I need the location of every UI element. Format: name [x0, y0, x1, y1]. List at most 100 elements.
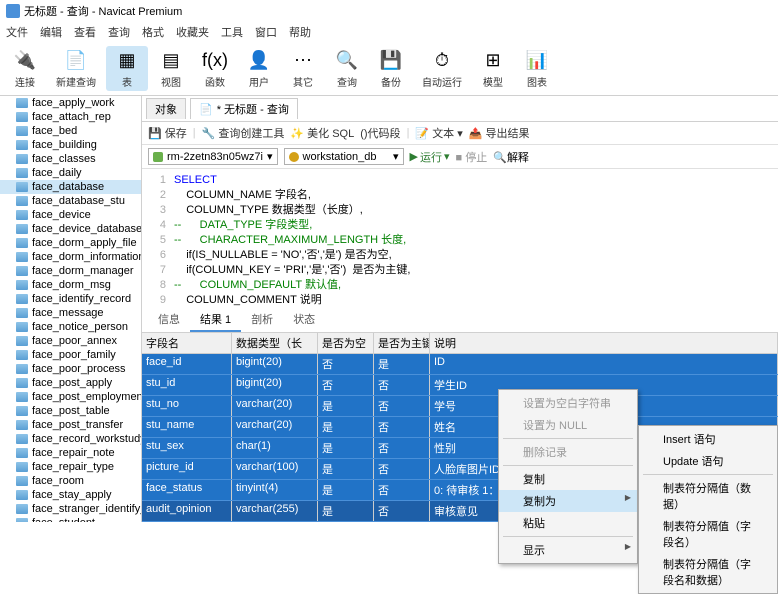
ctx-tsv-both[interactable]: 制表符分隔值（字段名和数据）	[639, 553, 777, 591]
ctx-show[interactable]: 显示	[499, 539, 637, 561]
submenu-copy-as: Insert 语句 Update 语句 制表符分隔值（数据） 制表符分隔值（字段…	[638, 425, 778, 594]
export-button[interactable]: 📤 导出结果	[469, 125, 530, 141]
tool-模型[interactable]: ⊞模型	[472, 46, 514, 91]
save-button[interactable]: 💾 保存	[148, 125, 187, 141]
tree-item[interactable]: face_student	[0, 516, 141, 522]
menu-edit[interactable]: 编辑	[40, 24, 62, 40]
tree-item[interactable]: face_dorm_manager	[0, 264, 141, 278]
menu-window[interactable]: 窗口	[255, 24, 277, 40]
ctx-copy-as[interactable]: 复制为	[499, 490, 637, 512]
table-icon	[16, 350, 28, 360]
menu-file[interactable]: 文件	[6, 24, 28, 40]
table-row[interactable]: face_idbigint(20)否是ID	[142, 354, 778, 375]
tree-item[interactable]: face_record_workstudy	[0, 432, 141, 446]
menu-fav[interactable]: 收藏夹	[176, 24, 209, 40]
tool-其它[interactable]: ⋯其它	[282, 46, 324, 91]
table-icon	[16, 112, 28, 122]
server-select[interactable]: rm-2zetn83n05wz7i▾	[148, 148, 278, 165]
tool-视图[interactable]: ▤视图	[150, 46, 192, 91]
code-snippet-button[interactable]: ()代码段	[360, 125, 400, 141]
tree-item[interactable]: face_database_stu	[0, 194, 141, 208]
table-icon	[16, 518, 28, 522]
ctx-update-stmt[interactable]: Update 语句	[639, 450, 777, 472]
menu-view[interactable]: 查看	[74, 24, 96, 40]
tab-query[interactable]: 📄* 无标题 - 查询	[190, 98, 298, 119]
tree-item[interactable]: face_attach_rep	[0, 110, 141, 124]
ctx-paste[interactable]: 粘贴	[499, 512, 637, 534]
tree-item[interactable]: face_building	[0, 138, 141, 152]
table-icon	[16, 364, 28, 374]
database-select[interactable]: workstation_db▾	[284, 148, 404, 165]
menu-query[interactable]: 查询	[108, 24, 130, 40]
menu-help[interactable]: 帮助	[289, 24, 311, 40]
tree-item[interactable]: face_dorm_apply_file	[0, 236, 141, 250]
tree-item[interactable]: face_poor_process	[0, 362, 141, 376]
table-icon	[16, 504, 28, 514]
tool-查询[interactable]: 🔍查询	[326, 46, 368, 91]
tool-自动运行[interactable]: ⏱自动运行	[414, 46, 470, 91]
table-row[interactable]: stu_novarchar(20)是否学号	[142, 396, 778, 417]
table-icon	[16, 406, 28, 416]
builder-button[interactable]: 🔧 查询创建工具	[202, 125, 285, 141]
ctx-set-null[interactable]: 设置为 NULL	[499, 414, 637, 436]
tool-表[interactable]: ▦表	[106, 46, 148, 91]
object-tree[interactable]: face_apply_workface_attach_repface_bedfa…	[0, 96, 142, 522]
tree-item[interactable]: face_device_database	[0, 222, 141, 236]
tree-item[interactable]: face_device	[0, 208, 141, 222]
table-icon	[16, 196, 28, 206]
tree-item[interactable]: face_message	[0, 306, 141, 320]
rtab-info[interactable]: 信息	[148, 308, 190, 332]
tree-item[interactable]: face_dorm_msg	[0, 278, 141, 292]
menu-format[interactable]: 格式	[142, 24, 164, 40]
tree-item[interactable]: face_identify_record	[0, 292, 141, 306]
rtab-status[interactable]: 状态	[283, 308, 325, 332]
tree-item[interactable]: face_bed	[0, 124, 141, 138]
table-icon	[16, 98, 28, 108]
ctx-copy[interactable]: 复制	[499, 468, 637, 490]
tree-item[interactable]: face_repair_note	[0, 446, 141, 460]
explain-button[interactable]: 🔍解释	[493, 149, 529, 165]
tree-item[interactable]: face_poor_family	[0, 348, 141, 362]
tree-item[interactable]: face_poor_annex	[0, 334, 141, 348]
tool-函数[interactable]: f(x)函数	[194, 46, 236, 91]
table-icon	[16, 420, 28, 430]
tree-item[interactable]: face_room	[0, 474, 141, 488]
tool-新建查询[interactable]: 📄新建查询	[48, 46, 104, 91]
text-button[interactable]: 📝 文本 ▾	[415, 125, 462, 141]
tool-备份[interactable]: 💾备份	[370, 46, 412, 91]
tree-item[interactable]: face_daily	[0, 166, 141, 180]
tree-item[interactable]: face_dorm_information	[0, 250, 141, 264]
menubar: 文件 编辑 查看 查询 格式 收藏夹 工具 窗口 帮助	[0, 22, 778, 42]
beautify-button[interactable]: ✨ 美化 SQL	[290, 125, 354, 141]
window-titlebar: 无标题 - 查询 - Navicat Premium	[0, 0, 778, 22]
tree-item[interactable]: face_repair_type	[0, 460, 141, 474]
ctx-set-blank[interactable]: 设置为空白字符串	[499, 392, 637, 414]
ctx-delete[interactable]: 删除记录	[499, 441, 637, 463]
tool-连接[interactable]: 🔌连接	[4, 46, 46, 91]
tree-item[interactable]: face_post_transfer	[0, 418, 141, 432]
table-icon	[16, 266, 28, 276]
tree-item[interactable]: face_post_apply	[0, 376, 141, 390]
tree-item[interactable]: face_classes	[0, 152, 141, 166]
tree-item[interactable]: face_stranger_identify_	[0, 502, 141, 516]
rtab-result[interactable]: 结果 1	[190, 308, 241, 332]
editor-tabs: 对象 📄* 无标题 - 查询	[142, 96, 778, 122]
ctx-tsv-fields[interactable]: 制表符分隔值（字段名）	[639, 515, 777, 553]
tree-item[interactable]: face_database	[0, 180, 141, 194]
rtab-profile[interactable]: 剖析	[241, 308, 283, 332]
tab-objects[interactable]: 对象	[146, 98, 186, 119]
tree-item[interactable]: face_apply_work	[0, 96, 141, 110]
sql-editor[interactable]: 1SELECT2 COLUMN_NAME 字段名,3 COLUMN_TYPE 数…	[142, 169, 778, 308]
tree-item[interactable]: face_notice_person	[0, 320, 141, 334]
run-button[interactable]: ▶ 运行 ▾	[410, 149, 450, 165]
ctx-tsv-data[interactable]: 制表符分隔值（数据）	[639, 477, 777, 515]
tree-item[interactable]: face_post_table	[0, 404, 141, 418]
menu-tools[interactable]: 工具	[221, 24, 243, 40]
stop-button[interactable]: ■ 停止	[456, 149, 488, 165]
table-row[interactable]: stu_idbigint(20)否否学生ID	[142, 375, 778, 396]
query-toolbar: 💾 保存 | 🔧 查询创建工具 ✨ 美化 SQL ()代码段 | 📝 文本 ▾ …	[142, 122, 778, 145]
tool-图表[interactable]: 📊图表	[516, 46, 558, 91]
ctx-insert-stmt[interactable]: Insert 语句	[639, 428, 777, 450]
tool-用户[interactable]: 👤用户	[238, 46, 280, 91]
tree-item[interactable]: face_post_employment	[0, 390, 141, 404]
